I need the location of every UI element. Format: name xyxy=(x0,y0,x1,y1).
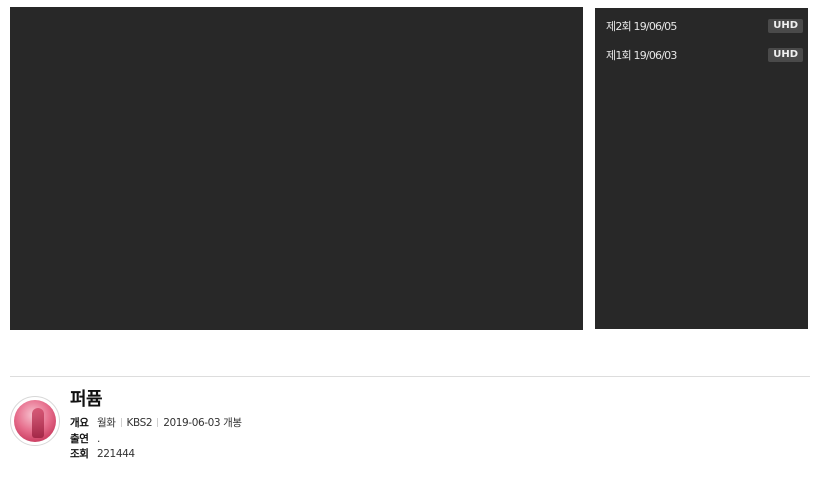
overview-row: 개요 월화 KBS2 2019-06-03 개봉 xyxy=(70,415,242,430)
separator xyxy=(157,418,159,427)
video-player[interactable] xyxy=(10,7,583,330)
premiere-text: 2019-06-03 개봉 xyxy=(163,417,242,429)
section-divider xyxy=(10,376,810,377)
channel-text: KBS2 xyxy=(126,416,153,429)
episode-item-1[interactable]: 제1회 19/06/03 UHD xyxy=(595,44,808,66)
overview-label: 개요 xyxy=(70,417,89,429)
poster-figure xyxy=(32,408,44,438)
program-info: 퍼퓸 개요 월화 KBS2 2019-06-03 개봉 출연 . 조회 2214… xyxy=(10,384,810,474)
program-title: 퍼퓸 xyxy=(70,389,103,410)
uhd-badge: UHD xyxy=(768,19,803,33)
episode-title: 제2회 19/06/05 xyxy=(606,20,677,33)
episode-list: 제2회 19/06/05 UHD 제1회 19/06/03 UHD xyxy=(595,8,808,329)
views-label: 조회 xyxy=(70,448,89,460)
cast-row: 출연 . xyxy=(70,431,100,446)
episode-item-2[interactable]: 제2회 19/06/05 UHD xyxy=(595,15,808,37)
episode-title: 제1회 19/06/03 xyxy=(606,49,677,62)
program-thumbnail[interactable] xyxy=(10,396,60,446)
separator xyxy=(120,418,122,427)
poster-image xyxy=(14,400,56,442)
cast-label: 출연 xyxy=(70,433,89,445)
cast-text: . xyxy=(97,432,100,445)
views-count: 221444 xyxy=(97,447,135,460)
uhd-badge: UHD xyxy=(768,48,803,62)
views-row: 조회 221444 xyxy=(70,446,135,461)
schedule-text: 월화 xyxy=(97,417,116,429)
